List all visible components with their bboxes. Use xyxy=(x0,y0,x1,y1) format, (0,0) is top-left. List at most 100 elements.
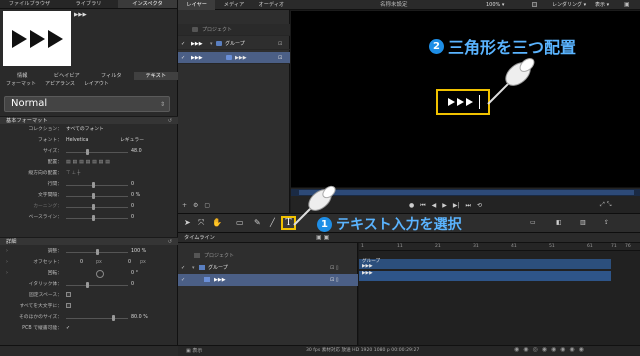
tab-library[interactable]: ライブラリ xyxy=(59,0,118,8)
italic-slider[interactable] xyxy=(66,285,128,286)
tab-audio[interactable]: オーディオ xyxy=(253,0,290,10)
layer-row-text[interactable]: ✓ ▶▶▶ ▶▶▶ ⊡ xyxy=(178,52,290,64)
replicate-icon[interactable]: ▥ xyxy=(580,217,586,228)
size-slider-knob[interactable] xyxy=(86,149,89,155)
rotation-value[interactable]: 0 ° xyxy=(131,269,138,279)
shape-tool-icon[interactable]: ▭ xyxy=(236,217,244,228)
play-icon[interactable]: ▶ xyxy=(442,202,447,210)
timeline-row-project[interactable]: プロジェクト xyxy=(178,250,358,262)
tracking-slider[interactable] xyxy=(66,196,128,197)
fixed-checkbox[interactable] xyxy=(66,292,71,297)
smallcaps-value[interactable]: 80.0 % xyxy=(131,313,148,323)
color-swatch-icon[interactable] xyxy=(532,2,537,7)
font-select[interactable]: Helvetica xyxy=(66,136,88,146)
tab-format[interactable]: フォーマット xyxy=(6,80,36,87)
timeline-bar-text[interactable]: ▶▶▶ xyxy=(359,271,611,281)
linespacing-value[interactable]: 0 xyxy=(131,180,134,190)
go-to-start-icon[interactable]: ⏮ xyxy=(420,202,425,210)
transform-tool-icon[interactable]: ⤧ xyxy=(198,217,204,228)
tab-media[interactable]: メディア xyxy=(215,0,252,10)
status-icons[interactable]: ◉◉◎◉◉◉◉◉ xyxy=(514,346,588,353)
view-layout-icon[interactable]: ▣ xyxy=(624,1,630,8)
baseline-knob[interactable] xyxy=(92,215,95,221)
timeline-view-icon[interactable]: ▣ ▣ xyxy=(316,234,329,241)
render-dropdown[interactable]: レンダリング ▾ xyxy=(552,0,586,10)
kerning-value[interactable]: 0 xyxy=(131,202,134,212)
italic-value[interactable]: 0 xyxy=(131,280,134,290)
italic-knob[interactable] xyxy=(86,282,89,288)
size-slider[interactable] xyxy=(66,152,128,153)
layer-row-project[interactable]: プロジェクト xyxy=(178,24,290,36)
vdir-buttons[interactable]: ⊤ ⊥ ┼ xyxy=(66,169,80,179)
share-icon[interactable]: ⇪ xyxy=(604,217,609,228)
lock-icon[interactable]: ⊡ xyxy=(278,52,282,64)
expand-icon[interactable]: › xyxy=(6,269,8,279)
reset-icon[interactable]: ↺ xyxy=(168,238,172,246)
expand-icon[interactable]: › xyxy=(6,247,8,257)
kerning-knob[interactable] xyxy=(92,204,95,210)
lock-icon[interactable]: ⊡ ▯ xyxy=(330,262,339,274)
size-value[interactable]: 48.0 xyxy=(131,147,142,157)
tab-text[interactable]: テキスト xyxy=(133,72,178,80)
zoom-dropdown[interactable]: 100% ▾ xyxy=(486,0,504,10)
step-forward-icon[interactable]: ▶| xyxy=(453,202,460,210)
select-tool-icon[interactable]: ➤ xyxy=(184,217,191,228)
offset-x-value[interactable]: 0 xyxy=(80,258,83,268)
fullscreen-icon[interactable]: ⤢ ⤡ xyxy=(600,201,612,209)
tab-appearance[interactable]: アピアランス xyxy=(45,80,75,87)
reset-icon[interactable]: ↺ xyxy=(168,117,172,125)
pan-tool-icon[interactable]: ✋ xyxy=(212,217,222,228)
disclosure-icon[interactable]: ▾ xyxy=(192,262,195,274)
section-basic-format[interactable]: 基本フォーマット ↺ xyxy=(0,116,178,124)
add-icon[interactable]: + xyxy=(182,202,187,209)
pen-tool-icon[interactable]: ✎ xyxy=(254,217,261,228)
expand-icon[interactable]: › xyxy=(6,258,8,268)
tab-behaviors[interactable]: ビヘイビア xyxy=(45,72,90,80)
baseline-slider[interactable] xyxy=(66,218,128,219)
lock-icon[interactable]: ⊡ ▯ xyxy=(330,274,339,286)
collection-select[interactable]: すべてのフォント xyxy=(66,125,104,135)
step-back-icon[interactable]: ◀ xyxy=(432,202,437,210)
font-style-select[interactable]: レギュラー xyxy=(120,136,144,146)
tab-layers[interactable]: レイヤー xyxy=(178,0,216,10)
paint-tool-icon[interactable]: ╱ xyxy=(270,217,275,228)
visibility-checkmark-icon[interactable]: ✓ xyxy=(181,274,185,286)
disclosure-icon[interactable]: ▾ xyxy=(210,38,213,50)
kerning-slider[interactable] xyxy=(66,207,128,208)
rotation-dial[interactable] xyxy=(96,270,104,278)
go-to-end-icon[interactable]: ⏭ xyxy=(466,202,471,210)
align-buttons[interactable]: ▤▤▤▤▤▤▤ xyxy=(66,158,112,168)
trash-icon[interactable]: ▢ xyxy=(204,202,210,209)
baseline-value[interactable]: 0 xyxy=(131,213,134,223)
offset-y-value[interactable]: 0 xyxy=(128,258,131,268)
timeline-row-group[interactable]: ✓ ▾ グループ ⊡ ▯ xyxy=(178,262,358,274)
section-detail[interactable]: 詳細 ↺ xyxy=(0,237,178,245)
visibility-checkmark-icon[interactable]: ✓ xyxy=(181,262,185,274)
tracking-knob[interactable] xyxy=(92,193,95,199)
linespacing-knob[interactable] xyxy=(92,182,95,188)
pcb-checkmark-icon[interactable]: ✓ xyxy=(66,324,70,334)
timeline-bar-group[interactable]: グループ ▶▶▶ xyxy=(359,259,611,269)
tab-layout[interactable]: レイアウト xyxy=(84,80,109,87)
caps-checkbox[interactable] xyxy=(66,303,71,308)
tracking-value[interactable]: 0 % xyxy=(131,191,140,201)
layout-icon[interactable]: ▭ xyxy=(530,217,536,228)
lock-icon[interactable]: ⊡ xyxy=(278,38,282,50)
tab-inspector[interactable]: インスペクタ xyxy=(118,0,177,8)
filter-icon[interactable]: ◧ xyxy=(556,217,562,228)
tab-filters[interactable]: フィルタ xyxy=(89,72,134,80)
visibility-checkmark-icon[interactable]: ✓ xyxy=(181,52,185,64)
display-dropdown[interactable]: 表示 ▾ xyxy=(595,0,609,10)
gear-icon[interactable]: ⚙ xyxy=(193,202,198,209)
scale-knob[interactable] xyxy=(96,249,99,255)
preset-dropdown[interactable]: Normal ⇕ xyxy=(4,96,170,112)
scale-value[interactable]: 100 % xyxy=(131,247,146,257)
tab-file-browser[interactable]: ファイルブラウザ xyxy=(0,0,59,8)
timeline-row-text[interactable]: ✓ ▶▶▶ ⊡ ▯ xyxy=(178,274,358,286)
tab-info[interactable]: 情報 xyxy=(0,72,45,80)
smallcaps-slider[interactable] xyxy=(66,318,128,319)
smallcaps-knob[interactable] xyxy=(112,315,115,321)
visibility-checkmark-icon[interactable]: ✓ xyxy=(181,38,185,50)
loop-icon[interactable]: ⟲ xyxy=(477,202,482,210)
layer-row-group[interactable]: ✓ ▶▶▶ ▾ グループ ⊡ xyxy=(178,38,290,50)
